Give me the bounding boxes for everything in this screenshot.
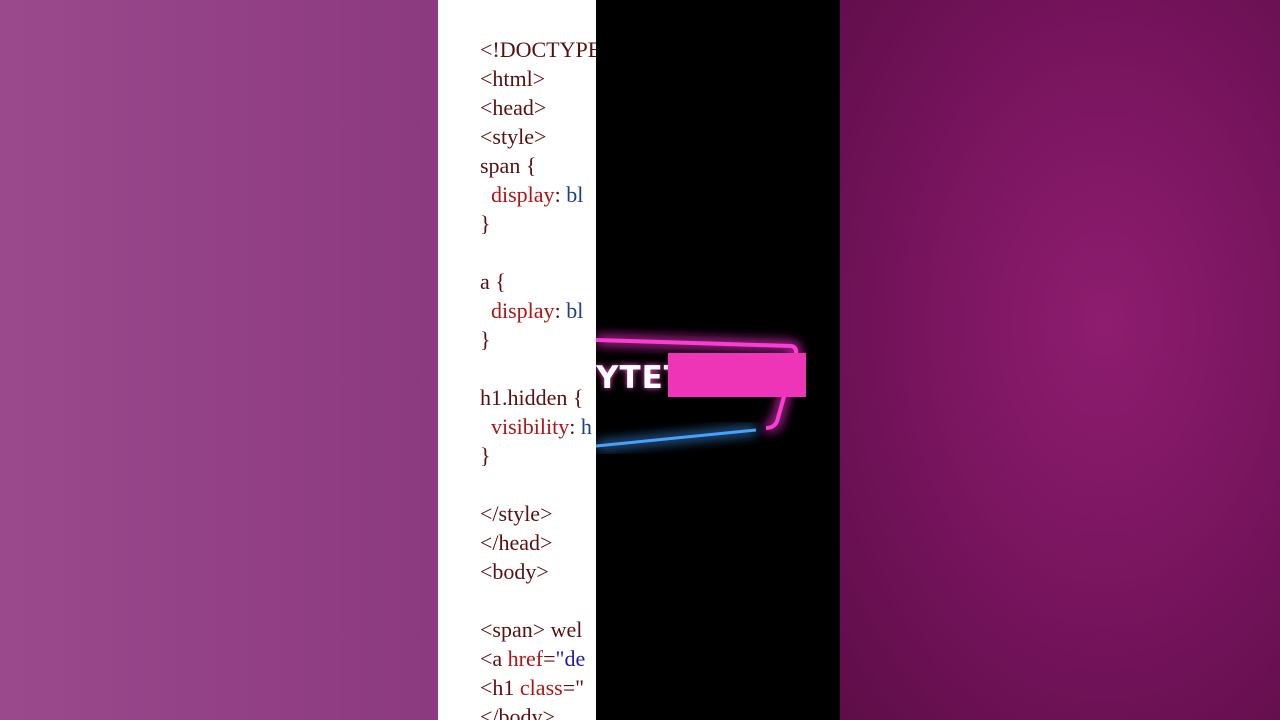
neon-frame-bottom [596,428,757,448]
code-line: <html> [480,66,545,91]
code-token: a { [480,269,506,294]
code-token: } [480,211,491,236]
code-token: <span> wel [480,617,583,642]
video-panel[interactable]: YTET [596,0,840,720]
code-token: =" [562,675,585,700]
code-token: = [543,646,556,671]
code-line: <h1 class=" [480,675,584,700]
code-token: : [554,298,567,323]
code-token: <a [480,646,508,671]
code-line: } [480,443,491,468]
code-line: <body> [480,559,549,584]
code-panel: <!DOCTYPE <html> <head> <style> span { d… [438,0,596,720]
code-line: <!DOCTYPE [480,37,596,62]
code-line: } [480,327,491,352]
code-line: <head> [480,95,546,120]
code-token: href [507,646,544,671]
code-token: </body> [480,704,555,720]
code-line: <a href="de [480,646,585,671]
neon-logo-block [668,353,806,397]
code-token: } [480,443,491,468]
code-token: display [480,298,555,323]
code-token: class [519,675,563,700]
code-line: visibility: h [480,414,592,439]
code-line: <style> [480,124,546,149]
code-token: visibility [480,414,570,439]
code-token: span { [480,153,537,178]
code-token: : [554,182,567,207]
background-left-blur [0,0,438,720]
code-line: </body> [480,704,555,720]
code-token: <style> [480,124,547,149]
neon-logo: YTET [596,0,840,720]
code-token: "de [555,646,586,671]
code-token: </head> [480,530,553,555]
code-line: h1.hidden { [480,385,583,410]
code-token: display [480,182,555,207]
code-token: <head> [480,95,547,120]
code-line: </head> [480,530,552,555]
code-token: </style> [480,501,553,526]
code-token: h [580,414,592,439]
code-token: bl [566,182,584,207]
code-line: span { [480,153,536,178]
code-token: } [480,327,491,352]
code-token: <h1 [480,675,520,700]
code-token: <body> [480,559,549,584]
code-token: h1.hidden { [480,385,584,410]
code-line: display: bl [480,298,583,323]
code-token: <!DOCTYPE [480,37,596,62]
code-line: display: bl [480,182,583,207]
code-token: <html> [480,66,546,91]
code-line: <span> wel [480,617,582,642]
code-block: <!DOCTYPE <html> <head> <style> span { d… [480,35,596,720]
code-token: bl [566,298,584,323]
code-line: } [480,211,491,236]
code-line: a { [480,269,506,294]
code-line: </style> [480,501,552,526]
code-token: : [569,414,581,439]
background-right-blur [840,0,1280,720]
